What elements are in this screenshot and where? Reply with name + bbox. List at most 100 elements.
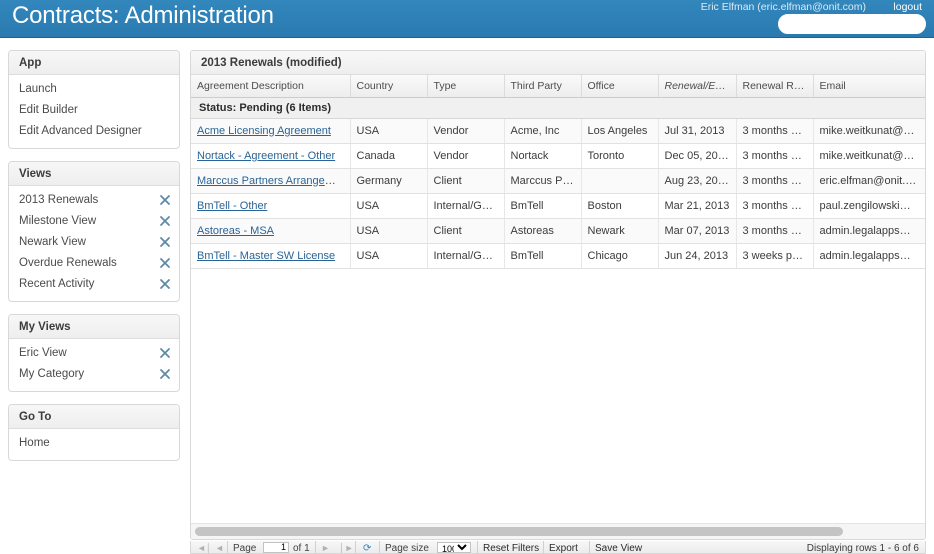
- table-row[interactable]: Marccus Partners Arrangement Germany Cli…: [191, 168, 925, 194]
- sidebar-panel-my-views-title: My Views: [9, 315, 179, 339]
- cell-description[interactable]: BmTell - Master SW License: [191, 243, 351, 269]
- prev-page-icon[interactable]: ◄: [215, 542, 224, 553]
- close-icon[interactable]: [159, 278, 171, 290]
- cell-renewal-end-date: Jul 31, 2013: [658, 118, 737, 144]
- column-header-third-party[interactable]: Third Party: [504, 75, 582, 98]
- close-icon[interactable]: [159, 215, 171, 227]
- view-title: 2013 Renewals (modified): [191, 51, 925, 75]
- cell-renewal-end-date: Aug 23, 2013: [658, 168, 737, 194]
- column-header-email[interactable]: Email: [813, 75, 925, 98]
- cell-office: Los Angeles: [581, 118, 659, 144]
- cell-country: USA: [350, 218, 428, 244]
- cell-renewal-end-date: Mar 21, 2013: [658, 193, 737, 219]
- cell-country: USA: [350, 193, 428, 219]
- toolbar-divider: [477, 541, 478, 553]
- column-header-type[interactable]: Type: [427, 75, 505, 98]
- record-link[interactable]: Astoreas - MSA: [197, 225, 274, 237]
- cell-description[interactable]: Nortack - Agreement - Other: [191, 143, 351, 169]
- sidebar-item-recent-activity[interactable]: Recent Activity: [9, 274, 179, 295]
- record-link[interactable]: Nortack - Agreement - Other: [197, 150, 335, 162]
- cell-description[interactable]: Acme Licensing Agreement: [191, 118, 351, 144]
- cell-renewal-end-date: Jun 24, 2013: [658, 243, 737, 269]
- horizontal-scrollbar[interactable]: [191, 523, 925, 539]
- sidebar-panel-my-views-body: Eric View My Category: [9, 339, 179, 391]
- close-icon[interactable]: [159, 236, 171, 248]
- sidebar-item-milestone-view[interactable]: Milestone View: [9, 211, 179, 232]
- sidebar-item-eric-view[interactable]: Eric View: [9, 343, 179, 364]
- column-header-renewal-end-date[interactable]: Renewal/End D...: [658, 75, 737, 98]
- record-link[interactable]: BmTell - Master SW License: [197, 250, 335, 262]
- cell-third-party: BmTell: [504, 193, 582, 219]
- toolbar-divider: [589, 541, 590, 553]
- horizontal-scrollbar-thumb[interactable]: [195, 527, 843, 536]
- close-icon[interactable]: [159, 257, 171, 269]
- displaying-rows-label: Displaying rows 1 - 6 of 6: [806, 543, 919, 554]
- reset-filters-button[interactable]: Reset Filters: [483, 542, 539, 553]
- sidebar-item-2013-renewals[interactable]: 2013 Renewals: [9, 190, 179, 211]
- cell-type: Client: [427, 168, 505, 194]
- first-page-icon[interactable]: ◄│: [197, 542, 212, 553]
- page-number-input[interactable]: [263, 542, 289, 553]
- close-icon[interactable]: [159, 368, 171, 380]
- cell-email: mike.weitkunat@onit.com: [813, 118, 925, 144]
- next-page-icon[interactable]: ►: [321, 542, 330, 553]
- cell-email: admin.legalapps@onit.com: [813, 218, 925, 244]
- logout-link[interactable]: logout: [893, 1, 922, 13]
- last-page-icon[interactable]: │►: [339, 542, 354, 553]
- renewals-table: Agreement Description Country Type Third…: [191, 75, 925, 269]
- sidebar-item-edit-advanced-designer[interactable]: Edit Advanced Designer: [9, 121, 179, 142]
- cell-country: USA: [350, 118, 428, 144]
- sidebar-item-label: 2013 Renewals: [19, 194, 99, 206]
- sidebar-item-overdue-renewals[interactable]: Overdue Renewals: [9, 253, 179, 274]
- sidebar-item-newark-view[interactable]: Newark View: [9, 232, 179, 253]
- record-link[interactable]: BmTell - Other: [197, 200, 267, 212]
- cell-country: Canada: [350, 143, 428, 169]
- sidebar-item-label: Home: [19, 437, 50, 449]
- save-view-button[interactable]: Save View: [595, 542, 642, 553]
- search-input[interactable]: [778, 14, 926, 34]
- cell-renewal-reminder: 3 months prior: [736, 168, 814, 194]
- cell-description[interactable]: Astoreas - MSA: [191, 218, 351, 244]
- table-row[interactable]: Astoreas - MSA USA Client Astoreas Newar…: [191, 218, 925, 244]
- cell-office: Toronto: [581, 143, 659, 169]
- column-header-renewal-reminder[interactable]: Renewal Remin...: [736, 75, 814, 98]
- close-icon[interactable]: [159, 194, 171, 206]
- record-link[interactable]: Acme Licensing Agreement: [197, 125, 331, 137]
- table-row[interactable]: BmTell - Master SW License USA Internal/…: [191, 243, 925, 269]
- page-size-select[interactable]: 102050100: [437, 542, 471, 553]
- sidebar-panel-views-title: Views: [9, 162, 179, 186]
- cell-type: Internal/General: [427, 243, 505, 269]
- table-row[interactable]: Nortack - Agreement - Other Canada Vendo…: [191, 143, 925, 169]
- export-button[interactable]: Export: [549, 542, 578, 553]
- column-header-office[interactable]: Office: [581, 75, 659, 98]
- toolbar-divider: [315, 541, 316, 553]
- cell-email: paul.zengilowski@onit.com: [813, 193, 925, 219]
- cell-third-party: Marccus Partners: [504, 168, 582, 194]
- cell-third-party: Acme, Inc: [504, 118, 582, 144]
- cell-email: mike.weitkunat@onit.com: [813, 143, 925, 169]
- page-title: Contracts: Administration: [12, 2, 274, 29]
- cell-office: Chicago: [581, 243, 659, 269]
- table-row[interactable]: Acme Licensing Agreement USA Vendor Acme…: [191, 118, 925, 144]
- sidebar-item-home[interactable]: Home: [9, 433, 179, 454]
- column-header-agreement-description[interactable]: Agreement Description: [191, 75, 351, 98]
- sidebar-item-edit-builder[interactable]: Edit Builder: [9, 100, 179, 121]
- cell-description[interactable]: BmTell - Other: [191, 193, 351, 219]
- cell-renewal-end-date: Mar 07, 2013: [658, 218, 737, 244]
- sidebar-item-label: Edit Advanced Designer: [19, 125, 142, 137]
- sidebar-panel-app: App Launch Edit Builder Edit Advanced De…: [8, 50, 180, 149]
- sidebar-item-my-category[interactable]: My Category: [9, 364, 179, 385]
- app-header: Contracts: Administration Eric Elfman (e…: [0, 0, 934, 38]
- record-link[interactable]: Marccus Partners Arrangement: [197, 175, 349, 187]
- cell-description[interactable]: Marccus Partners Arrangement: [191, 168, 351, 194]
- cell-third-party: Astoreas: [504, 218, 582, 244]
- column-header-country[interactable]: Country: [350, 75, 428, 98]
- toolbar-divider: [355, 541, 356, 553]
- cell-type: Internal/General: [427, 193, 505, 219]
- cell-renewal-reminder: 3 months prior: [736, 218, 814, 244]
- close-icon[interactable]: [159, 347, 171, 359]
- sidebar-item-launch[interactable]: Launch: [9, 79, 179, 100]
- refresh-icon[interactable]: ⟳: [363, 542, 371, 553]
- table-row[interactable]: BmTell - Other USA Internal/General BmTe…: [191, 193, 925, 219]
- cell-renewal-reminder: 3 weeks prior: [736, 243, 814, 269]
